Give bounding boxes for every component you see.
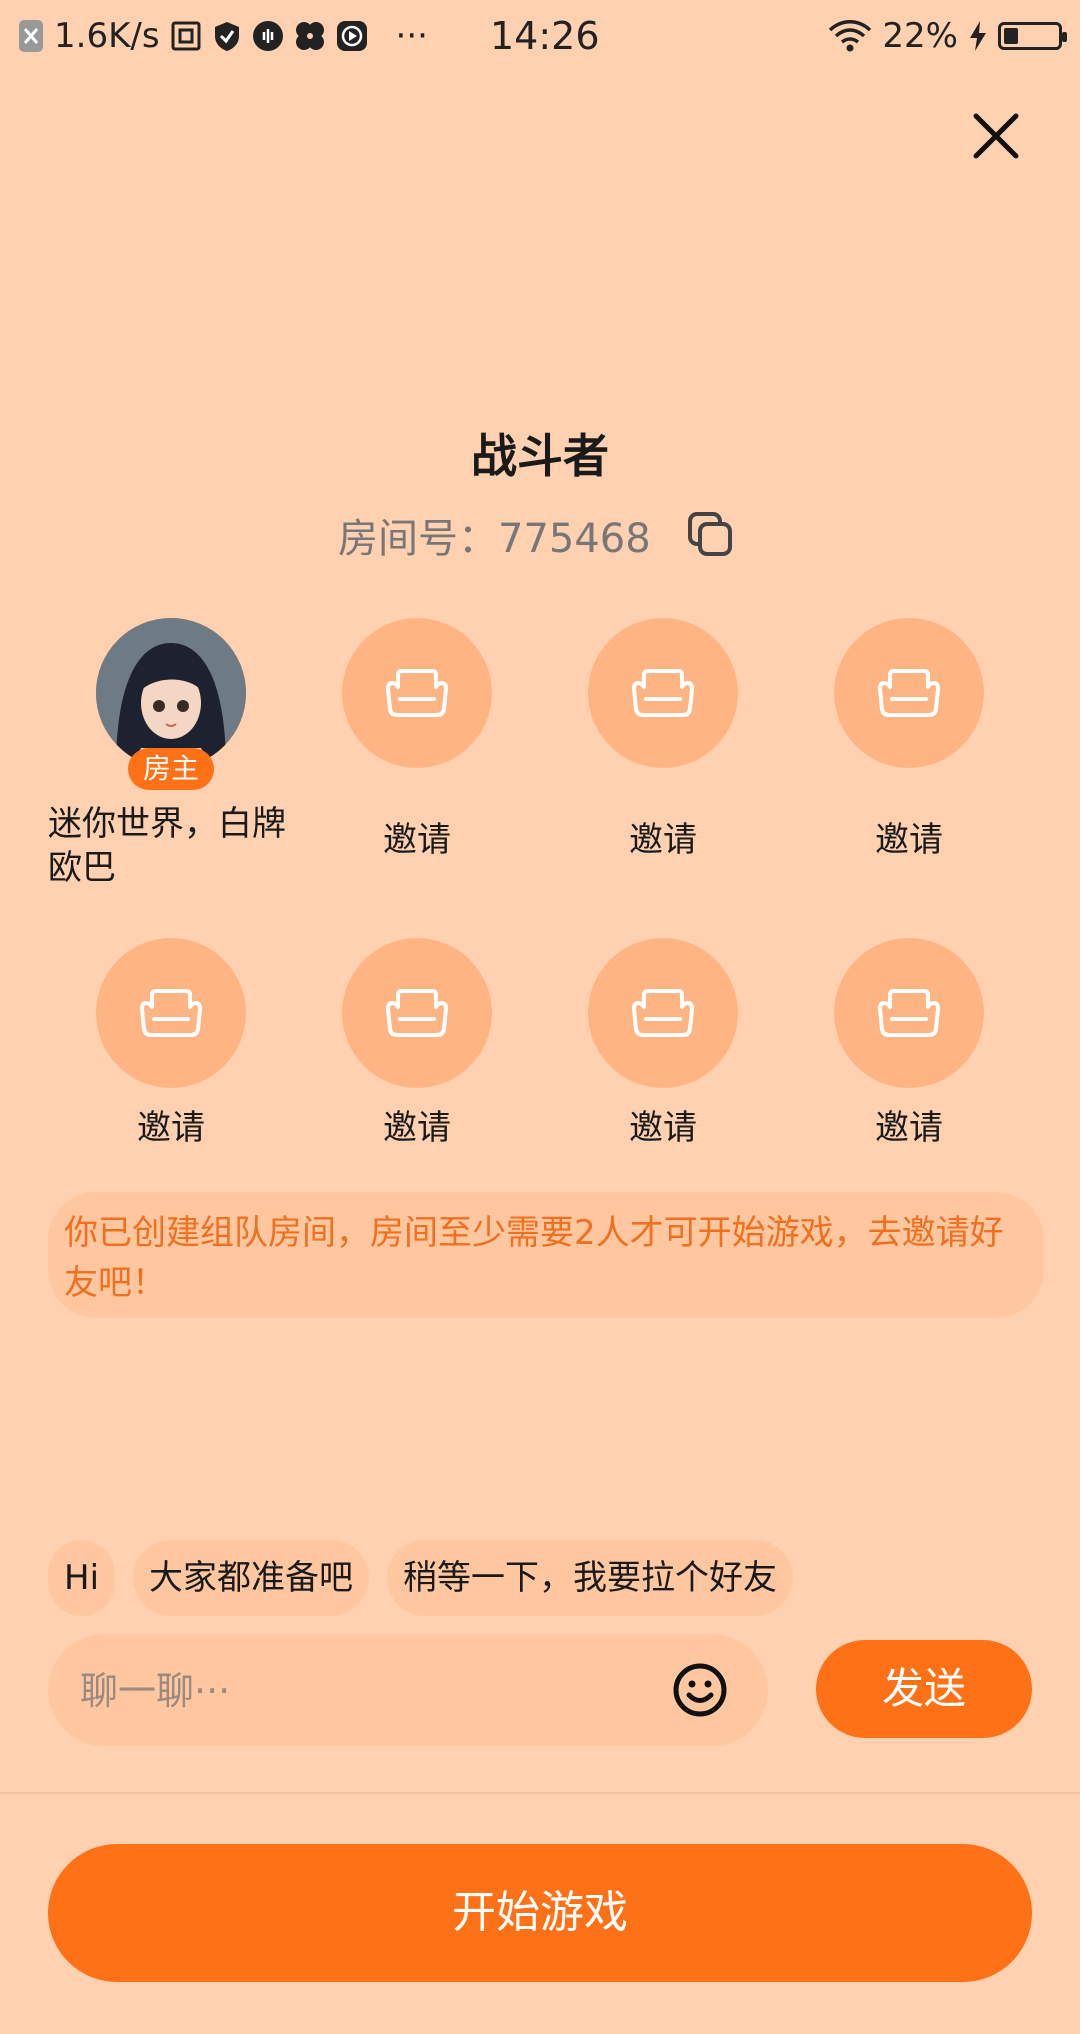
copy-room-id-button[interactable] xyxy=(686,510,736,560)
invite-seat-4[interactable] xyxy=(96,938,246,1088)
invite-seat-7[interactable] xyxy=(834,938,984,1088)
net-speed: 1.6K/s xyxy=(54,16,160,56)
status-bar: 1.6K/s ··· 14:26 22% xyxy=(0,0,1080,74)
sofa-icon xyxy=(878,989,940,1037)
invite-label: 邀请 xyxy=(137,1108,205,1148)
quick-reply-chip[interactable]: Hi xyxy=(48,1540,116,1616)
invite-seat-2[interactable] xyxy=(588,618,738,768)
invite-label: 邀请 xyxy=(875,1108,943,1148)
host-avatar[interactable] xyxy=(96,618,246,768)
sofa-icon xyxy=(386,989,448,1037)
host-badge: 房主 xyxy=(128,748,214,790)
quick-reply-chip[interactable]: 大家都准备吧 xyxy=(133,1540,370,1616)
app-close-icon xyxy=(18,19,44,53)
fan-icon xyxy=(294,20,326,52)
invite-label: 邀请 xyxy=(875,820,943,860)
divider xyxy=(0,1792,1080,1794)
close-button[interactable] xyxy=(968,108,1024,164)
sofa-icon xyxy=(632,989,694,1037)
room-id: 房间号：775468 xyxy=(338,516,651,562)
invite-seat-5[interactable] xyxy=(342,938,492,1088)
screenshot-icon xyxy=(170,20,202,52)
invite-label: 邀请 xyxy=(383,1108,451,1148)
chat-input[interactable] xyxy=(78,1634,642,1748)
room-name: 战斗者 xyxy=(471,429,609,483)
battery-percent: 22% xyxy=(882,16,958,56)
invite-seat-6[interactable] xyxy=(588,938,738,1088)
more-indicator: ··· xyxy=(395,16,428,56)
invite-label: 邀请 xyxy=(383,820,451,860)
quick-reply-chip[interactable]: 稍等一下，我要拉个好友 xyxy=(387,1540,794,1616)
voice-icon xyxy=(252,20,284,52)
close-icon xyxy=(973,113,1019,159)
sofa-icon xyxy=(140,989,202,1037)
emoji-button[interactable] xyxy=(672,1662,728,1718)
charging-icon xyxy=(968,20,988,52)
copy-icon xyxy=(688,512,732,556)
wifi-icon xyxy=(828,20,872,52)
play-icon xyxy=(336,20,368,52)
sofa-icon xyxy=(632,669,694,717)
room-notice: 你已创建组队房间，房间至少需要2人才可开始游戏，去邀请好友吧！ xyxy=(48,1192,1044,1318)
invite-seat-1[interactable] xyxy=(342,618,492,768)
quick-replies: Hi 大家都准备吧 稍等一下，我要拉个好友 xyxy=(48,1540,794,1616)
chat-input-box xyxy=(48,1634,768,1748)
sofa-icon xyxy=(386,669,448,717)
host-name: 迷你世界，白牌欧巴 xyxy=(48,804,286,888)
clock: 14:26 xyxy=(490,14,600,58)
battery-icon xyxy=(998,22,1067,50)
sofa-icon xyxy=(878,669,940,717)
send-button[interactable]: 发送 xyxy=(816,1640,1032,1738)
smiley-icon xyxy=(673,1663,727,1717)
shield-icon xyxy=(212,20,242,52)
invite-label: 邀请 xyxy=(629,820,697,860)
invite-seat-3[interactable] xyxy=(834,618,984,768)
start-game-button[interactable]: 开始游戏 xyxy=(48,1844,1032,1982)
invite-label: 邀请 xyxy=(629,1108,697,1148)
